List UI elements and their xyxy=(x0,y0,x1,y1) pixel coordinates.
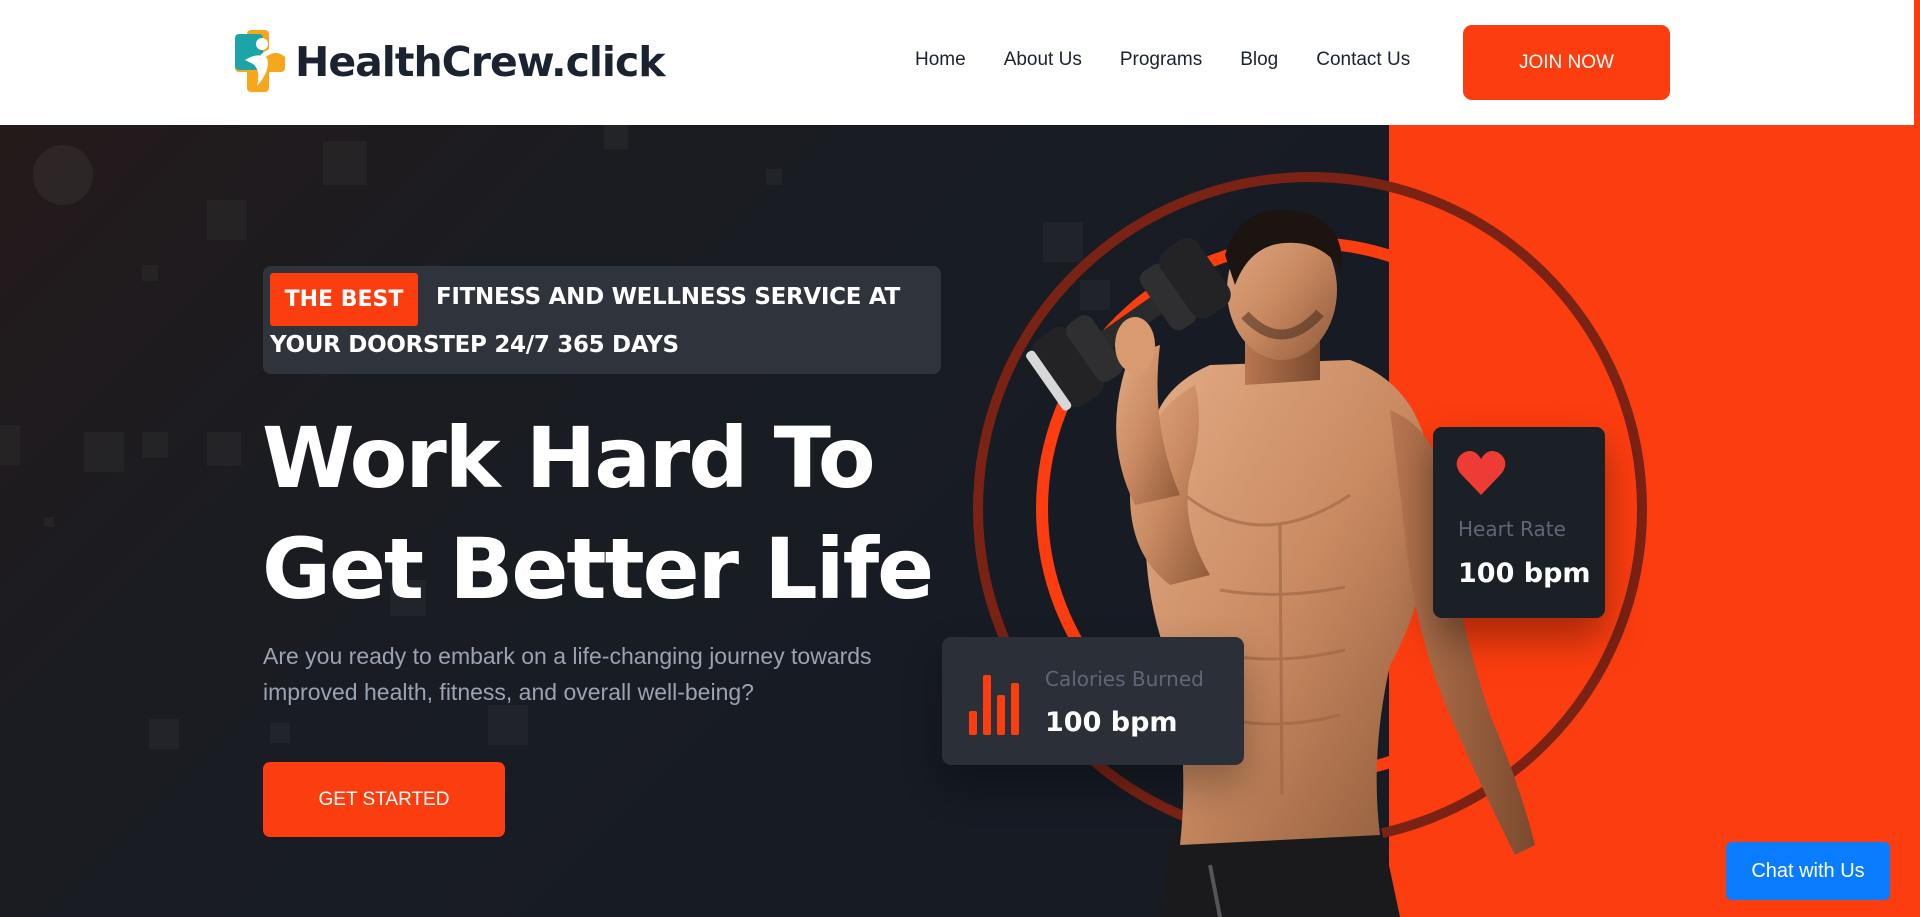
nav-home[interactable]: Home xyxy=(915,49,966,71)
join-now-button[interactable]: JOIN NOW xyxy=(1463,25,1670,100)
logo-text: HealthCrew.click xyxy=(295,38,666,86)
decorative-square xyxy=(0,425,20,465)
site-header: HealthCrew.click Home About Us Programs … xyxy=(0,0,1914,125)
nav-blog[interactable]: Blog xyxy=(1240,49,1278,71)
heart-rate-value: 100 bpm xyxy=(1458,558,1591,589)
hero-section: THE BEST FITNESS AND WELLNESS SERVICE AT… xyxy=(0,125,1920,917)
decorative-square xyxy=(488,705,528,745)
hero-headline: Work Hard To Get Better Life xyxy=(262,403,934,625)
bar-chart-icon xyxy=(969,675,1019,735)
decorative-square xyxy=(84,432,124,472)
tag-badge: THE BEST xyxy=(270,273,418,326)
decorative-square xyxy=(323,141,367,185)
decorative-square xyxy=(207,432,241,466)
tagline-text-line2: YOUR DOORSTEP 24/7 365 DAYS xyxy=(270,332,679,358)
chat-with-us-button[interactable]: Chat with Us xyxy=(1726,842,1890,900)
nav-about-us[interactable]: About Us xyxy=(1004,49,1082,71)
decorative-square xyxy=(44,517,54,527)
calories-label: Calories Burned xyxy=(1045,667,1204,691)
headline-line1: Work Hard To xyxy=(262,409,876,507)
main-nav: Home About Us Programs Blog Contact Us xyxy=(915,49,1448,71)
decorative-square xyxy=(149,719,179,749)
heart-icon xyxy=(1456,451,1506,495)
calories-card: Calories Burned 100 bpm xyxy=(942,637,1244,765)
decorative-square xyxy=(207,200,247,240)
decorative-square xyxy=(766,169,782,185)
get-started-button[interactable]: GET STARTED xyxy=(263,762,505,837)
decorative-square xyxy=(604,125,628,149)
tagline-text-line1: FITNESS AND WELLNESS SERVICE AT xyxy=(436,284,900,310)
logo-icon xyxy=(235,30,297,94)
hero-subtext: Are you ready to embark on a life-changi… xyxy=(263,643,872,705)
tagline-box: THE BEST FITNESS AND WELLNESS SERVICE AT… xyxy=(263,266,941,374)
scroll-edge-accent xyxy=(1914,0,1920,165)
heart-rate-label: Heart Rate xyxy=(1458,517,1566,541)
nav-contact-us[interactable]: Contact Us xyxy=(1316,49,1410,71)
calories-value: 100 bpm xyxy=(1045,707,1178,738)
decorative-square xyxy=(270,723,290,743)
headline-line2: Get Better Life xyxy=(262,520,934,618)
heart-rate-card: Heart Rate 100 bpm xyxy=(1433,427,1605,618)
decorative-square xyxy=(142,432,168,458)
site-logo[interactable]: HealthCrew.click xyxy=(235,30,666,94)
nav-programs[interactable]: Programs xyxy=(1120,49,1202,71)
decorative-square xyxy=(142,265,158,281)
decorative-circle xyxy=(33,145,93,205)
